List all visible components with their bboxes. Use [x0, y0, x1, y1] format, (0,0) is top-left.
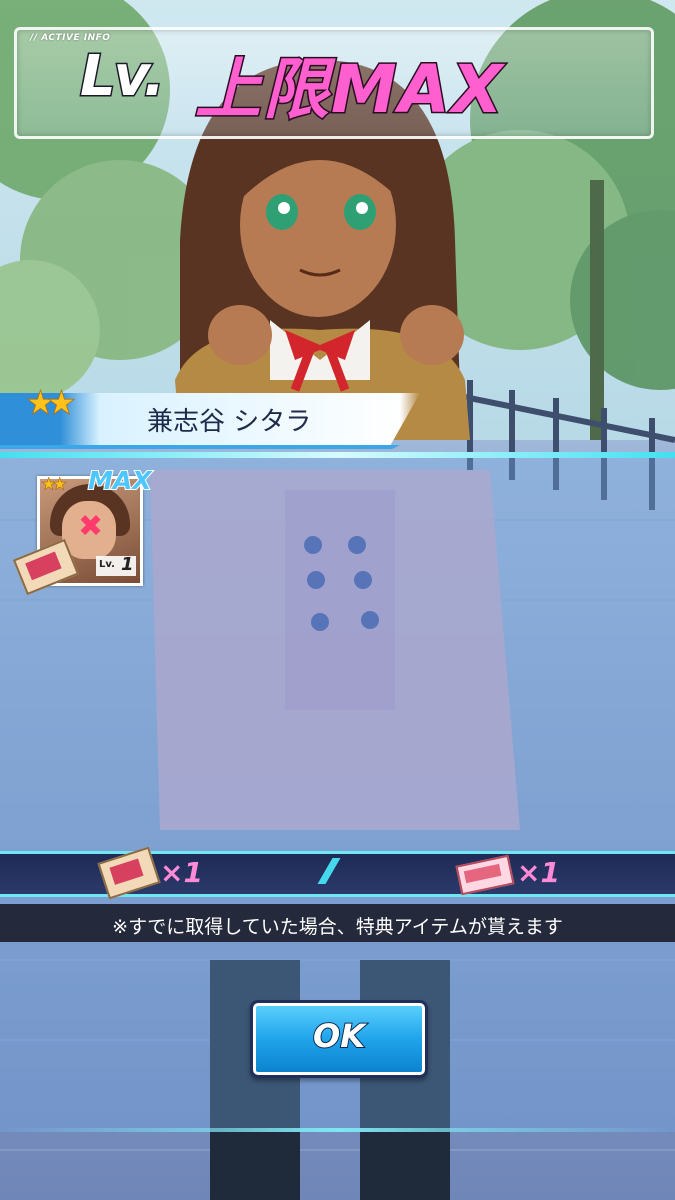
panel-top-border: [0, 452, 675, 458]
header-title: 上限MAX: [194, 50, 505, 130]
heart-mark-icon: ✖: [78, 509, 104, 544]
panel-bottom-border: [0, 1128, 675, 1132]
notice-text: ※すでに取得していた場合、特典アイテムが貰えます: [112, 916, 563, 938]
beef-item-meat: [109, 858, 144, 885]
card-level-label: Lv.: [99, 559, 115, 570]
character-name: 兼志谷 シタラ: [147, 407, 312, 437]
ticket-item-band: [463, 863, 502, 884]
rarity-star-icon: ★: [47, 385, 75, 422]
card-star-icon: ★: [52, 475, 67, 494]
ok-button-label: OK: [312, 1016, 366, 1056]
ok-button[interactable]: OK: [250, 1000, 428, 1078]
header-level-label: Lv.: [79, 43, 167, 111]
header-tag: // ACTIVE INFO: [30, 33, 111, 43]
reward-quantity: ×1: [160, 856, 203, 889]
card-level-value: 1: [121, 554, 134, 575]
reward-quantity: ×1: [517, 856, 560, 889]
name-band-stripe: [0, 445, 400, 449]
beef-item-meat: [25, 551, 62, 581]
card-max-badge: MAX: [87, 465, 153, 496]
